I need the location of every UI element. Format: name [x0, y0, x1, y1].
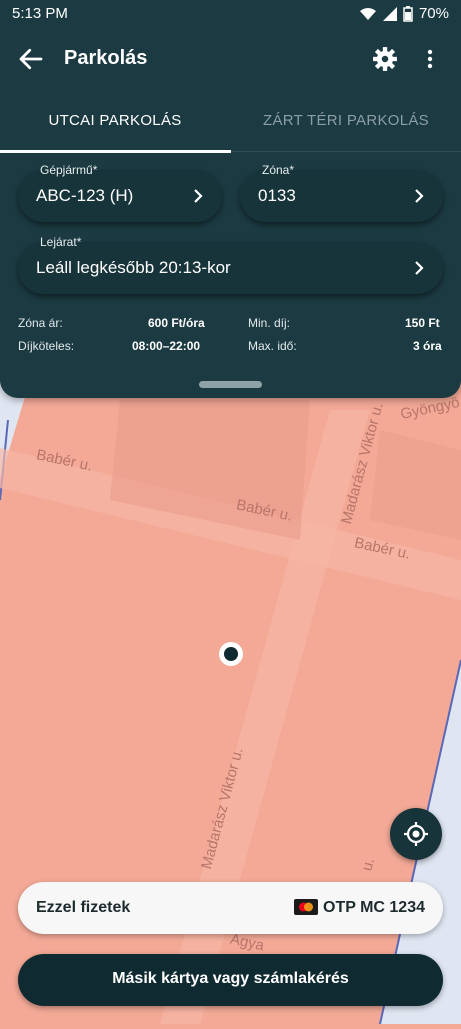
mastercard-icon — [294, 899, 318, 915]
vehicle-value: ABC-123 (H) — [36, 186, 134, 205]
max-time-label: Max. idő: — [248, 339, 297, 353]
tab-divider — [231, 151, 461, 152]
zone-label: Zóna* — [262, 163, 295, 177]
other-card-button[interactable]: Másik kártya vagy számlakérés — [18, 954, 443, 1006]
expiry-value: Leáll legkésőbb 20:13-kor — [36, 258, 231, 277]
max-time-value: 3 óra — [413, 339, 442, 353]
expiry-field[interactable]: Leáll legkésőbb 20:13-kor — [18, 242, 443, 294]
other-card-label: Másik kártya vagy számlakérés — [112, 970, 349, 987]
status-bar: 5:13 PM 70% — [0, 0, 461, 28]
min-fee-label: Min. díj: — [248, 316, 291, 330]
more-vert-icon[interactable] — [418, 46, 442, 72]
crosshair-icon — [404, 822, 428, 846]
vehicle-field[interactable]: ABC-123 (H) — [18, 170, 222, 222]
payment-method-selector[interactable]: Ezzel fizetek OTP MC 1234 — [18, 882, 443, 934]
payment-label: Ezzel fizetek — [36, 899, 131, 916]
zone-value: 0133 — [258, 186, 296, 205]
chevron-right-icon — [194, 189, 203, 203]
battery-icon — [403, 5, 413, 22]
min-fee-value: 150 Ft — [405, 316, 440, 330]
app-bar: Parkolás — [0, 30, 461, 86]
vehicle-label: Gépjármű* — [40, 163, 98, 177]
zone-price-label: Zóna ár: — [18, 316, 63, 330]
my-location-button[interactable] — [390, 808, 442, 860]
paid-hours-label: Díjköteles: — [18, 339, 75, 353]
battery-percent: 70% — [418, 5, 449, 22]
chevron-right-icon — [415, 261, 424, 275]
signal-icon — [382, 6, 397, 21]
drag-handle[interactable] — [199, 381, 262, 388]
back-arrow-icon[interactable] — [16, 44, 46, 74]
gear-icon[interactable] — [372, 46, 398, 72]
tab-indicator — [0, 150, 231, 153]
wifi-icon — [359, 7, 376, 20]
tab-street-parking[interactable]: UTCAI PARKOLÁS — [0, 96, 230, 148]
parking-panel: 5:13 PM 70% Parkolás UTCAI PARKOLÁS ZÁRT… — [0, 0, 461, 398]
expiry-label: Lejárat* — [40, 235, 82, 249]
zone-price-value: 600 Ft/óra — [148, 316, 205, 330]
tab-garage-parking[interactable]: ZÁRT TÉRI PARKOLÁS — [231, 96, 461, 148]
tab-bar: UTCAI PARKOLÁS ZÁRT TÉRI PARKOLÁS — [0, 96, 461, 152]
paid-hours-value: 08:00–22:00 — [132, 339, 201, 353]
zone-field[interactable]: 0133 — [240, 170, 443, 222]
chevron-right-icon — [415, 189, 424, 203]
status-time: 5:13 PM — [12, 5, 68, 22]
card-name: OTP MC 1234 — [323, 899, 425, 916]
page-title: Parkolás — [64, 47, 148, 69]
